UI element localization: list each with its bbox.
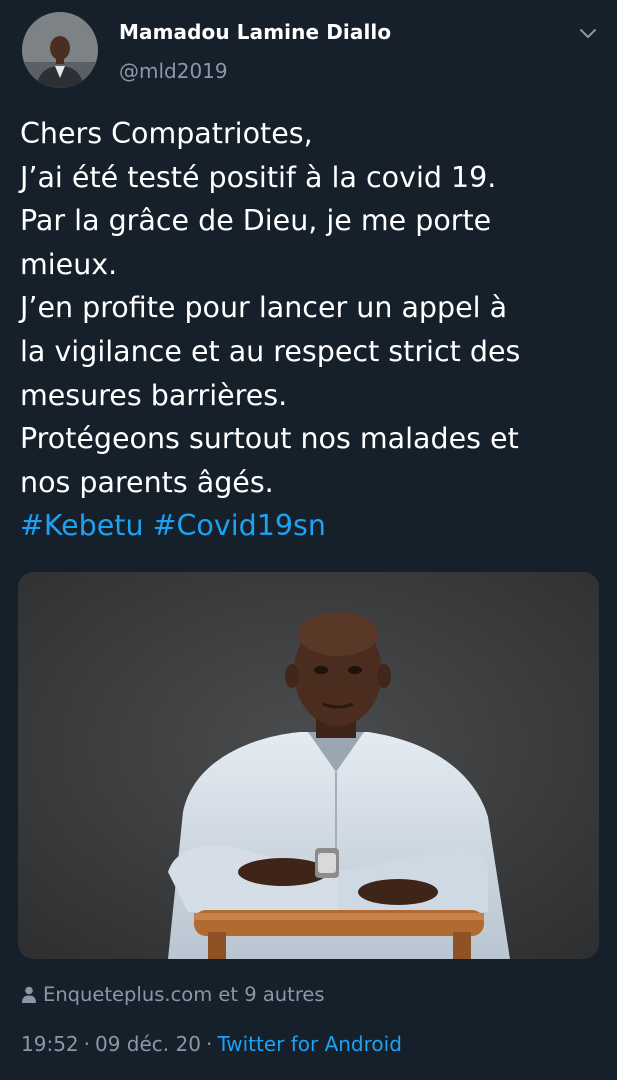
author-name[interactable]: Mamadou Lamine Diallo [119, 20, 391, 44]
tweet-line: la vigilance et au respect strict des [20, 334, 521, 368]
tweet-date: 09 déc. 20 [95, 1032, 201, 1056]
tweet-text: Chers Compatriotes, J’ai été testé posit… [20, 112, 605, 548]
tweet-time: 19:52 [21, 1032, 79, 1056]
tweet-photo[interactable] [18, 572, 599, 959]
source-link[interactable]: Twitter for Android [217, 1032, 402, 1056]
hashtag-link[interactable]: #Kebetu [20, 509, 144, 542]
tweet-line: Protégeons surtout nos malades et [20, 422, 519, 456]
tweet-line: mieux. [20, 247, 118, 281]
author-handle[interactable]: @mld2019 [119, 59, 228, 83]
liked-by-row[interactable]: Enqueteplus.com et 9 autres [22, 983, 325, 1006]
tweet-line: nos parents âgés. [20, 465, 274, 499]
liked-by-text: Enqueteplus.com et 9 autres [43, 983, 325, 1006]
hashtag-link[interactable]: #Covid19sn [153, 509, 326, 542]
tweet-line: J’ai été testé positif à la covid 19. [20, 160, 497, 194]
separator: · [205, 1032, 213, 1056]
tweet-line: Par la grâce de Dieu, je me porte [20, 204, 492, 238]
tweet-metadata: 19:52 · 09 déc. 20 · Twitter for Android [21, 1032, 402, 1056]
person-icon [22, 986, 36, 1003]
chevron-down-icon[interactable] [577, 22, 599, 44]
tweet-line: J’en profite pour lancer un appel à [20, 291, 508, 325]
tweet-line: mesures barrières. [20, 378, 288, 412]
tweet-line: Chers Compatriotes, [20, 117, 313, 150]
hashtags-line: #Kebetu #Covid19sn [20, 504, 605, 548]
tweet-header: Mamadou Lamine Diallo @mld2019 [0, 0, 617, 100]
avatar[interactable] [22, 12, 98, 88]
separator: · [83, 1032, 90, 1056]
